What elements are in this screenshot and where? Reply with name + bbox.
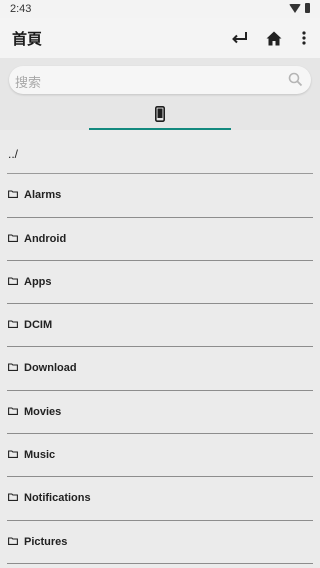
- folder-name: Music: [24, 449, 56, 462]
- folder-name: Android: [24, 232, 67, 245]
- folder-name: Pictures: [24, 535, 68, 548]
- folder-icon: [8, 537, 18, 545]
- home-icon: [266, 31, 282, 45]
- folder-icon: [8, 277, 18, 285]
- folder-icon: [8, 234, 18, 242]
- phone-icon: [155, 106, 165, 122]
- folder-name: DCIM: [24, 319, 53, 332]
- folder-icon: [8, 493, 18, 502]
- folder-name: Movies: [24, 405, 62, 418]
- search-area: 搜索: [0, 58, 320, 130]
- folder-icon: [8, 407, 18, 415]
- home-button[interactable]: [260, 24, 288, 52]
- more-vertical-icon: [302, 31, 306, 45]
- folder-row-apps[interactable]: Apps: [7, 261, 313, 305]
- status-bar: 2:43: [0, 0, 320, 18]
- return-arrow-icon: [232, 32, 247, 44]
- search-icon[interactable]: [288, 72, 303, 87]
- parent-directory-row[interactable]: ../: [7, 131, 313, 175]
- folder-row-dcim[interactable]: DCIM: [7, 304, 313, 348]
- folder-row-movies[interactable]: Movies: [7, 391, 313, 435]
- folder-row-android[interactable]: Android: [7, 218, 313, 261]
- back-button[interactable]: [226, 24, 254, 52]
- app-bar: 首頁: [0, 18, 320, 58]
- search-input[interactable]: 搜索: [9, 66, 311, 94]
- folder-row-alarms[interactable]: Alarms: [7, 174, 313, 218]
- folder-name: Download: [24, 362, 77, 375]
- tab-phone-storage[interactable]: [89, 98, 231, 130]
- folder-name: Alarms: [24, 189, 62, 202]
- search-placeholder: 搜索: [15, 75, 42, 90]
- folder-row-notifications[interactable]: Notifications: [7, 477, 313, 521]
- battery-icon: [305, 3, 310, 13]
- folder-name: Apps: [24, 275, 52, 288]
- folder-icon: [8, 190, 18, 199]
- status-time: 2:43: [10, 3, 32, 15]
- folder-name: Notifications: [24, 492, 91, 505]
- folder-icon: [8, 363, 18, 372]
- status-icons: [289, 3, 310, 13]
- folder-icon: [8, 320, 18, 329]
- file-list: ../ Alarms Android Apps DCIM Download Mo…: [0, 131, 320, 564]
- page-title: 首頁: [12, 31, 43, 48]
- folder-icon: [8, 450, 18, 459]
- folder-row-music[interactable]: Music: [7, 434, 313, 478]
- overflow-menu-button[interactable]: [290, 24, 318, 52]
- parent-directory-label: ../: [8, 147, 19, 161]
- folder-row-pictures[interactable]: Pictures: [7, 521, 313, 564]
- tab-indicator: [89, 128, 231, 130]
- folder-row-download[interactable]: Download: [7, 347, 313, 391]
- wifi-icon: [289, 3, 301, 13]
